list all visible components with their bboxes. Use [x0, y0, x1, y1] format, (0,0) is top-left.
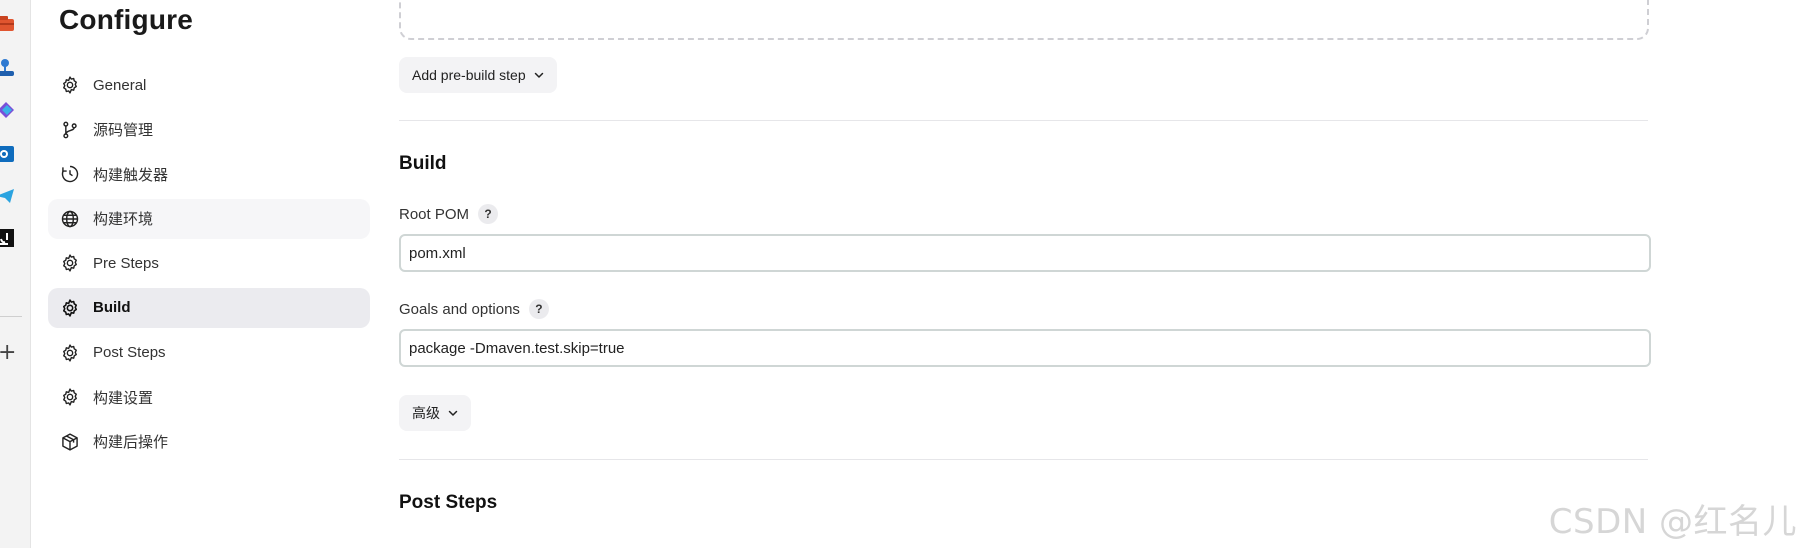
section-divider: [399, 459, 1648, 460]
sidebar-item-build-environment[interactable]: 构建环境: [48, 198, 370, 239]
root-pom-input[interactable]: [399, 234, 1651, 272]
copilot-icon[interactable]: [0, 100, 16, 120]
sidebar-item-label: General: [93, 76, 147, 94]
help-icon[interactable]: ?: [478, 204, 499, 224]
root-pom-field-label: Root POM ?: [399, 204, 499, 224]
chevron-down-icon: [448, 410, 458, 416]
sidebar-item-post-build-actions[interactable]: 构建后操作: [48, 422, 370, 462]
gear-icon: [63, 76, 77, 94]
sidebar-item-build-settings[interactable]: 构建设置: [48, 377, 370, 417]
telegram-icon[interactable]: [0, 186, 16, 206]
section-divider: [399, 120, 1648, 121]
build-section-title: Build: [399, 153, 447, 174]
toolbox-icon[interactable]: [0, 14, 16, 34]
gear-icon: [63, 254, 77, 272]
os-taskbar: +: [0, 0, 31, 548]
sidebar-item-label: Post Steps: [93, 344, 166, 362]
sidebar-item-label: Build: [93, 299, 131, 317]
advanced-label: 高级: [412, 405, 440, 421]
globe-icon: [61, 210, 79, 227]
branch-icon: [63, 121, 77, 138]
sidebar-item-label: 构建设置: [93, 389, 154, 407]
package-icon: [62, 433, 78, 451]
root-pom-label: Root POM: [399, 205, 470, 223]
post-steps-section-title: Post Steps: [399, 492, 498, 513]
plus-icon[interactable]: +: [0, 342, 16, 364]
add-pre-build-step-label: Add pre-build step: [412, 67, 526, 83]
joystick-icon[interactable]: [0, 58, 16, 78]
gear-icon: [63, 343, 77, 362]
clock-icon: [61, 165, 79, 183]
help-icon[interactable]: ?: [528, 299, 549, 319]
goals-field-label: Goals and options ?: [399, 299, 549, 319]
advanced-button[interactable]: 高级: [399, 395, 471, 431]
sidebar-item-build[interactable]: Build: [48, 287, 370, 328]
sidebar-item-label: 源码管理: [93, 122, 154, 140]
intellij-icon[interactable]: [0, 228, 16, 248]
jenkins-configure-window: + Configure General 源码管理 构建触发器 构建环境 Pre …: [0, 0, 1801, 548]
config-sidebar: General 源码管理 构建触发器 构建环境 Pre Steps Build …: [48, 65, 370, 466]
sidebar-item-label: Pre Steps: [93, 254, 159, 272]
page-title: Configure: [59, 4, 194, 35]
outlook-icon[interactable]: [0, 144, 16, 164]
sidebar-item-post-steps[interactable]: Post Steps: [48, 333, 370, 373]
sidebar-item-scm[interactable]: 源码管理: [48, 110, 370, 150]
gear-icon: [62, 299, 78, 317]
add-pre-build-step-button[interactable]: Add pre-build step: [399, 57, 557, 93]
sidebar-item-pre-steps[interactable]: Pre Steps: [48, 243, 370, 283]
sidebar-item-label: 构建环境: [93, 211, 154, 229]
watermark: CSDN @红名儿: [1548, 502, 1797, 542]
goals-input[interactable]: [399, 329, 1651, 367]
pre-steps-dropzone: [399, 0, 1649, 40]
sidebar-item-triggers[interactable]: 构建触发器: [48, 154, 370, 194]
chevron-down-icon: [534, 72, 543, 78]
sidebar-item-label: 构建触发器: [93, 166, 169, 184]
taskbar-divider: [0, 316, 22, 317]
gear-icon: [63, 388, 77, 406]
sidebar-item-label: 构建后操作: [93, 434, 169, 452]
sidebar-item-general[interactable]: General: [48, 65, 370, 105]
goals-label: Goals and options: [399, 300, 520, 318]
